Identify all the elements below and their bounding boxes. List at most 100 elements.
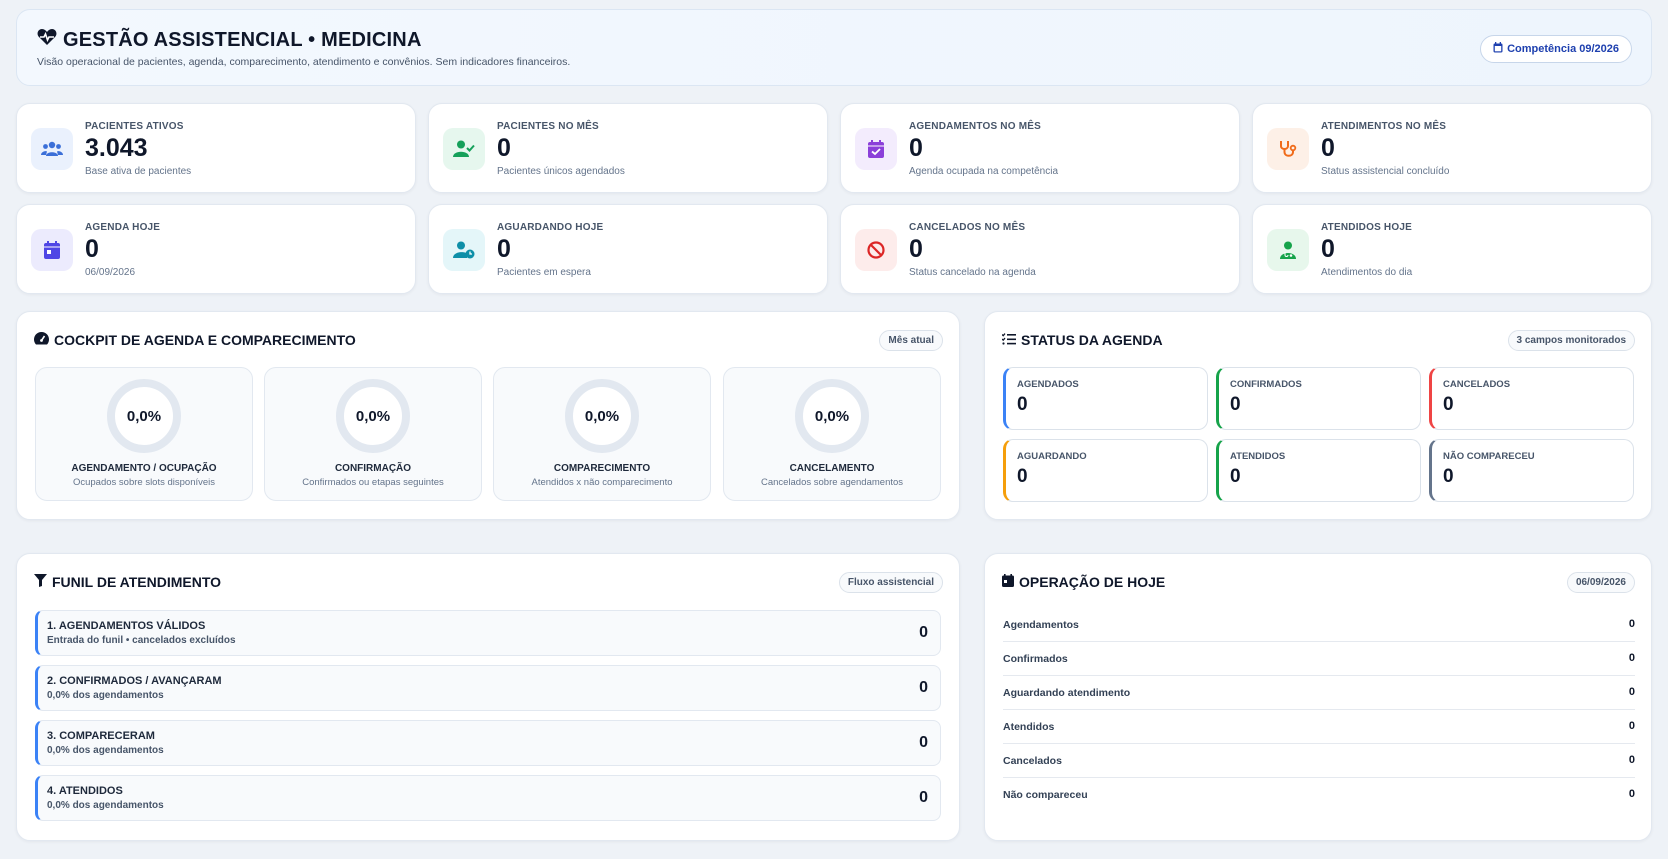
- calendar-icon: [31, 229, 73, 271]
- today-row-label: Agendamentos: [1003, 619, 1079, 631]
- kpi-label: CANCELADOS NO MÊS: [909, 222, 1026, 233]
- kpi-value: 0: [909, 134, 923, 162]
- status-tile-value: 0: [1017, 466, 1028, 487]
- kpi-label: PACIENTES ATIVOS: [85, 121, 184, 132]
- funnel-row-title: 4. ATENDIDOS: [47, 785, 123, 797]
- kpi-card-agendamentos-mes: AGENDAMENTOS NO MÊS 0 Agenda ocupada na …: [840, 103, 1240, 193]
- status-tile-nao-compareceu: NÃO COMPARECEU 0: [1429, 439, 1634, 502]
- kpi-sub: Atendimentos do dia: [1321, 267, 1413, 278]
- funnel-row-title: 3. COMPARECERAM: [47, 730, 155, 742]
- gauge-label: COMPARECIMENTO: [553, 463, 651, 474]
- funnel-title-wrap: FUNIL DE ATENDIMENTO: [34, 574, 221, 590]
- gauge-ring: 0,0%: [336, 379, 410, 453]
- kpi-card-pacientes-mes: PACIENTES NO MÊS 0 Pacientes únicos agen…: [428, 103, 828, 193]
- status-tile-label: CANCELADOS: [1443, 379, 1511, 390]
- today-row-value: 0: [1628, 652, 1635, 664]
- page-title: GESTÃO ASSISTENCIAL • MEDICINA: [63, 28, 422, 51]
- today-row-label: Atendidos: [1003, 721, 1055, 733]
- kpi-card-pacientes-ativos: PACIENTES ATIVOS 3.043 Base ativa de pac…: [16, 103, 416, 193]
- status-tile-label: AGUARDANDO: [1017, 451, 1087, 462]
- gauge-sub: Ocupados sobre slots disponíveis: [72, 477, 216, 488]
- kpi-sub: Status assistencial concluído: [1321, 166, 1450, 177]
- today-panel: OPERAÇÃO DE HOJE 06/09/2026 Agendamentos…: [984, 553, 1652, 841]
- today-row: Confirmados 0: [1003, 642, 1635, 676]
- gauge-sub: Cancelados sobre agendamentos: [760, 477, 904, 488]
- status-title-wrap: STATUS DA AGENDA: [1001, 332, 1163, 348]
- calendar-check-icon: [855, 128, 897, 170]
- gauge-icon: [34, 332, 49, 348]
- kpi-sub: Status cancelado na agenda: [909, 267, 1036, 278]
- kpi-sub: Pacientes únicos agendados: [497, 166, 625, 177]
- today-row: Agendamentos 0: [1003, 608, 1635, 642]
- status-tile-value: 0: [1230, 466, 1241, 487]
- kpi-label: AGENDAMENTOS NO MÊS: [909, 121, 1041, 132]
- today-row: Atendidos 0: [1003, 710, 1635, 744]
- stethoscope-icon: [1267, 128, 1309, 170]
- user-clock-icon: [443, 229, 485, 271]
- gauge-cancelamento: 0,0% CANCELAMENTO Cancelados sobre agend…: [723, 367, 941, 501]
- kpi-card-atendidos-hoje: ATENDIDOS HOJE 0 Atendimentos do dia: [1252, 204, 1652, 294]
- cockpit-title: COCKPIT DE AGENDA E COMPARECIMENTO: [54, 332, 356, 348]
- kpi-value: 0: [909, 235, 923, 263]
- kpi-value: 0: [497, 134, 511, 162]
- today-row-value: 0: [1628, 686, 1635, 698]
- kpi-sub: Base ativa de pacientes: [85, 166, 192, 177]
- status-tile-cancelados: CANCELADOS 0: [1429, 367, 1634, 430]
- today-row: Não compareceu 0: [1003, 778, 1635, 812]
- user-doctor-icon: [1267, 229, 1309, 271]
- gauge-confirmacao: 0,0% CONFIRMAÇÃO Confirmados ou etapas s…: [264, 367, 482, 501]
- ban-icon: [855, 229, 897, 271]
- today-row-label: Cancelados: [1003, 755, 1062, 767]
- filter-icon: [34, 574, 47, 590]
- status-tile-value: 0: [1230, 394, 1241, 415]
- gauge-comparecimento: 0,0% COMPARECIMENTO Atendidos x não comp…: [493, 367, 711, 501]
- kpi-sub: Agenda ocupada na competência: [909, 166, 1059, 177]
- status-tile-label: NÃO COMPARECEU: [1443, 451, 1535, 462]
- status-title: STATUS DA AGENDA: [1021, 332, 1163, 348]
- kpi-card-atendimentos-mes: ATENDIMENTOS NO MÊS 0 Status assistencia…: [1252, 103, 1652, 193]
- funnel-row-title: 2. CONFIRMADOS / AVANÇARAM: [47, 675, 222, 687]
- kpi-label: ATENDIDOS HOJE: [1321, 222, 1412, 233]
- today-title: OPERAÇÃO DE HOJE: [1019, 574, 1166, 590]
- funnel-row-value: 0: [919, 679, 928, 696]
- funnel-row: 2. CONFIRMADOS / AVANÇARAM 0,0% dos agen…: [35, 665, 941, 711]
- gauge-ring: 0,0%: [795, 379, 869, 453]
- competencia-button[interactable]: Competência 09/2026: [1480, 35, 1632, 63]
- gauge-label: CONFIRMAÇÃO: [334, 463, 412, 474]
- kpi-label: ATENDIMENTOS NO MÊS: [1321, 121, 1447, 132]
- today-row-value: 0: [1628, 788, 1635, 800]
- kpi-label: AGENDA HOJE: [85, 222, 161, 233]
- funnel-row-value: 0: [919, 789, 928, 806]
- users-icon: [31, 128, 73, 170]
- today-row-label: Não compareceu: [1003, 789, 1088, 801]
- kpi-value: 0: [85, 235, 99, 263]
- funnel-row-sub: 0,0% dos agendamentos: [47, 745, 164, 756]
- cockpit-title-wrap: COCKPIT DE AGENDA E COMPARECIMENTO: [34, 332, 356, 348]
- funnel-title: FUNIL DE ATENDIMENTO: [52, 574, 222, 590]
- gauge-label: AGENDAMENTO / OCUPAÇÃO: [71, 463, 217, 474]
- kpi-value: 3.043: [85, 134, 148, 162]
- kpi-sub: Pacientes em espera: [497, 267, 591, 278]
- status-tile-agendados: AGENDADOS 0: [1003, 367, 1208, 430]
- funnel-flow-badge[interactable]: Fluxo assistencial: [838, 572, 943, 593]
- status-tile-confirmados: CONFIRMADOS 0: [1216, 367, 1421, 430]
- kpi-value: 0: [1321, 235, 1335, 263]
- cockpit-period-badge[interactable]: Mês atual: [879, 330, 943, 351]
- status-panel: STATUS DA AGENDA 3 campos monitorados AG…: [984, 311, 1652, 520]
- today-row-label: Confirmados: [1003, 653, 1068, 665]
- page-title-wrap: GESTÃO ASSISTENCIAL • MEDICINA: [37, 28, 422, 52]
- today-row: Aguardando atendimento 0: [1003, 676, 1635, 710]
- status-monitor-badge[interactable]: 3 campos monitorados: [1507, 330, 1635, 351]
- kpi-sub: 06/09/2026: [85, 267, 136, 278]
- status-tile-aguardando: AGUARDANDO 0: [1003, 439, 1208, 502]
- kpi-value: 0: [1321, 134, 1335, 162]
- gauge-ocupacao: 0,0% AGENDAMENTO / OCUPAÇÃO Ocupados sob…: [35, 367, 253, 501]
- kpi-card-aguardando-hoje: AGUARDANDO HOJE 0 Pacientes em espera: [428, 204, 828, 294]
- calendar-icon: [1493, 42, 1503, 56]
- funnel-row-value: 0: [919, 624, 928, 641]
- today-row-value: 0: [1628, 754, 1635, 766]
- today-row-value: 0: [1628, 618, 1635, 630]
- user-check-icon: [443, 128, 485, 170]
- funnel-row-sub: 0,0% dos agendamentos: [47, 800, 164, 811]
- today-date-badge[interactable]: 06/09/2026: [1566, 572, 1635, 593]
